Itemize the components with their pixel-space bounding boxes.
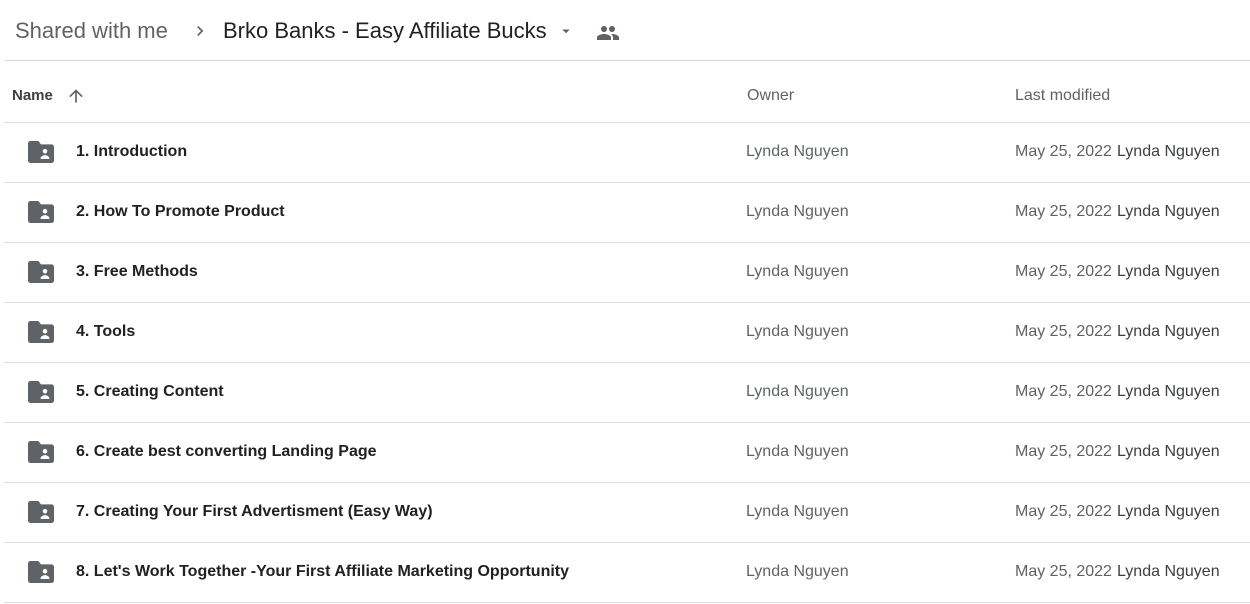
shared-folder-icon [28, 201, 54, 223]
file-row[interactable]: 6. Create best converting Landing Page L… [4, 423, 1250, 483]
file-modified-by: Lynda Nguyen [1117, 383, 1220, 400]
file-name: 4. Tools [76, 323, 136, 340]
shared-folder-icon [28, 141, 54, 163]
shared-folder-icon [28, 381, 54, 403]
file-name: 3. Free Methods [76, 263, 198, 280]
file-owner: Lynda Nguyen [746, 143, 849, 160]
file-modified-by: Lynda Nguyen [1117, 143, 1220, 160]
file-row[interactable]: 8. Let's Work Together -Your First Affil… [4, 543, 1250, 603]
file-modified-date: May 25, 2022 [1015, 203, 1112, 220]
file-owner: Lynda Nguyen [746, 203, 849, 220]
file-modified-by: Lynda Nguyen [1117, 203, 1220, 220]
file-name: 8. Let's Work Together -Your First Affil… [76, 563, 570, 580]
file-owner: Lynda Nguyen [746, 503, 849, 520]
column-header-name[interactable]: Name [12, 87, 53, 104]
people-icon [597, 26, 619, 40]
breadcrumb-shared-with-me[interactable]: Shared with me [15, 17, 168, 45]
column-header-last-modified[interactable]: Last modified [1015, 87, 1110, 105]
column-header-row: Name Owner Last modified [4, 61, 1250, 123]
file-modified-date: May 25, 2022 [1015, 503, 1112, 520]
file-row[interactable]: 3. Free Methods Lynda Nguyen May 25, 202… [4, 243, 1250, 303]
arrow-up-icon[interactable] [66, 86, 86, 106]
file-modified-date: May 25, 2022 [1015, 323, 1112, 340]
file-modified-date: May 25, 2022 [1015, 263, 1112, 280]
file-name: 2. How To Promote Product [76, 203, 285, 220]
chevron-right-icon [197, 26, 204, 36]
file-modified-by: Lynda Nguyen [1117, 263, 1220, 280]
shared-folder-icon [28, 261, 54, 283]
shared-folder-icon [28, 501, 54, 523]
column-header-owner[interactable]: Owner [747, 87, 794, 105]
file-owner: Lynda Nguyen [746, 383, 849, 400]
breadcrumb: Shared with me Brko Banks - Easy Affilia… [0, 0, 1250, 60]
file-name: 7. Creating Your First Advertisment (Eas… [76, 503, 433, 520]
file-modified-date: May 25, 2022 [1015, 143, 1112, 160]
file-modified-by: Lynda Nguyen [1117, 443, 1220, 460]
file-modified-by: Lynda Nguyen [1117, 323, 1220, 340]
file-modified-date: May 25, 2022 [1015, 383, 1112, 400]
arrow-drop-down-icon[interactable] [557, 22, 575, 40]
file-name: 6. Create best converting Landing Page [76, 443, 377, 460]
file-modified-date: May 25, 2022 [1015, 563, 1112, 580]
file-row[interactable]: 2. How To Promote Product Lynda Nguyen M… [4, 183, 1250, 243]
file-owner: Lynda Nguyen [746, 323, 849, 340]
breadcrumb-current-folder[interactable]: Brko Banks - Easy Affiliate Bucks [223, 17, 547, 45]
file-modified-by: Lynda Nguyen [1117, 503, 1220, 520]
file-row[interactable]: 1. Introduction Lynda Nguyen May 25, 202… [4, 123, 1250, 183]
file-owner: Lynda Nguyen [746, 563, 849, 580]
file-name: 1. Introduction [76, 143, 188, 160]
shared-folder-icon [28, 561, 54, 583]
shared-folder-icon [28, 321, 54, 343]
file-modified-date: May 25, 2022 [1015, 443, 1112, 460]
file-row[interactable]: 7. Creating Your First Advertisment (Eas… [4, 483, 1250, 543]
file-owner: Lynda Nguyen [746, 263, 849, 280]
file-name: 5. Creating Content [76, 383, 224, 400]
file-row[interactable]: 4. Tools Lynda Nguyen May 25, 2022 Lynda… [4, 303, 1250, 363]
file-owner: Lynda Nguyen [746, 443, 849, 460]
shared-folder-icon [28, 441, 54, 463]
file-list: 1. Introduction Lynda Nguyen May 25, 202… [4, 123, 1250, 603]
file-modified-by: Lynda Nguyen [1117, 563, 1220, 580]
file-row[interactable]: 5. Creating Content Lynda Nguyen May 25,… [4, 363, 1250, 423]
